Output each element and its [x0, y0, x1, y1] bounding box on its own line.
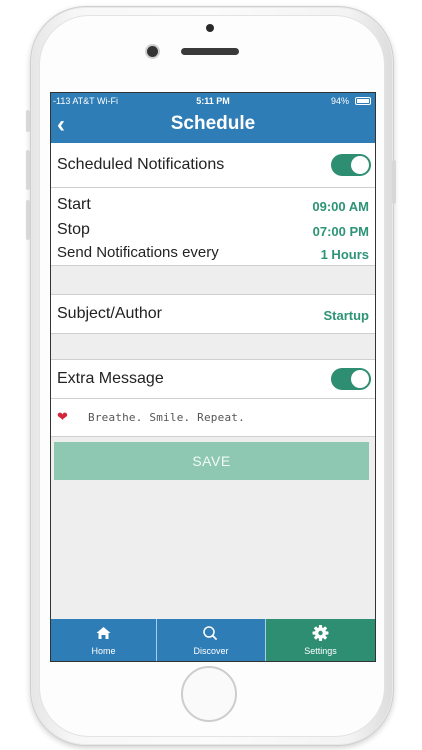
app-screen: -113 AT&T Wi-Fi 5:11 PM 94% ‹ Schedule S…: [50, 92, 376, 662]
tab-settings[interactable]: Settings: [266, 619, 375, 661]
frequency-value[interactable]: 1 Hours: [321, 247, 369, 262]
toggle-knob: [351, 370, 369, 388]
home-button[interactable]: [181, 666, 237, 722]
tab-discover-label: Discover: [193, 646, 229, 656]
heart-icon: ❤: [57, 409, 68, 424]
nav-bar: ‹ Schedule: [51, 109, 375, 143]
start-label: Start: [57, 196, 91, 213]
tab-settings-label: Settings: [304, 646, 337, 656]
extra-message-field[interactable]: ❤ Breathe. Smile. Repeat.: [51, 399, 375, 436]
battery-percent: 94%: [330, 96, 349, 106]
extra-message-row: Extra Message: [51, 360, 375, 398]
save-button[interactable]: SAVE: [54, 442, 369, 480]
divider: [51, 265, 375, 266]
tab-home[interactable]: Home: [51, 619, 156, 661]
front-camera: [147, 46, 158, 57]
schedule-times-group: Start 09:00 AM Stop 07:00 PM Send Notifi…: [51, 188, 375, 265]
page-title: Schedule: [170, 113, 256, 134]
home-icon: [96, 627, 111, 639]
extra-message-text[interactable]: Breathe. Smile. Repeat.: [88, 411, 245, 424]
status-bar: -113 AT&T Wi-Fi 5:11 PM 94%: [51, 93, 375, 109]
subject-author-label: Subject/Author: [57, 305, 162, 322]
divider: [51, 333, 375, 334]
subject-author-row[interactable]: Subject/Author Startup: [51, 295, 375, 333]
volume-down-button: [26, 200, 30, 240]
mute-switch: [26, 110, 30, 132]
scheduled-notifications-row: Scheduled Notifications: [51, 143, 375, 187]
proximity-sensor: [206, 24, 214, 32]
extra-message-toggle[interactable]: [331, 368, 371, 390]
search-icon: [203, 626, 217, 640]
volume-up-button: [26, 150, 30, 190]
subject-author-value[interactable]: Startup: [324, 308, 370, 323]
start-time-value[interactable]: 09:00 AM: [312, 199, 369, 214]
toggle-knob: [351, 156, 369, 174]
battery-icon: [355, 97, 371, 105]
power-button: [392, 160, 396, 204]
gear-icon: [312, 625, 329, 641]
stop-label: Stop: [57, 221, 90, 238]
tab-bar: Home Discover Settings: [51, 619, 375, 661]
status-time: 5:11 PM: [196, 96, 230, 106]
scheduled-notifications-label: Scheduled Notifications: [57, 156, 225, 173]
tab-home-label: Home: [91, 646, 116, 656]
earpiece-speaker: [181, 48, 239, 55]
tab-discover[interactable]: Discover: [157, 619, 265, 661]
frequency-label: Send Notifications every: [57, 244, 219, 261]
scheduled-notifications-toggle[interactable]: [331, 154, 371, 176]
extra-message-label: Extra Message: [57, 370, 164, 387]
stop-time-value[interactable]: 07:00 PM: [313, 224, 369, 239]
divider: [51, 436, 375, 437]
